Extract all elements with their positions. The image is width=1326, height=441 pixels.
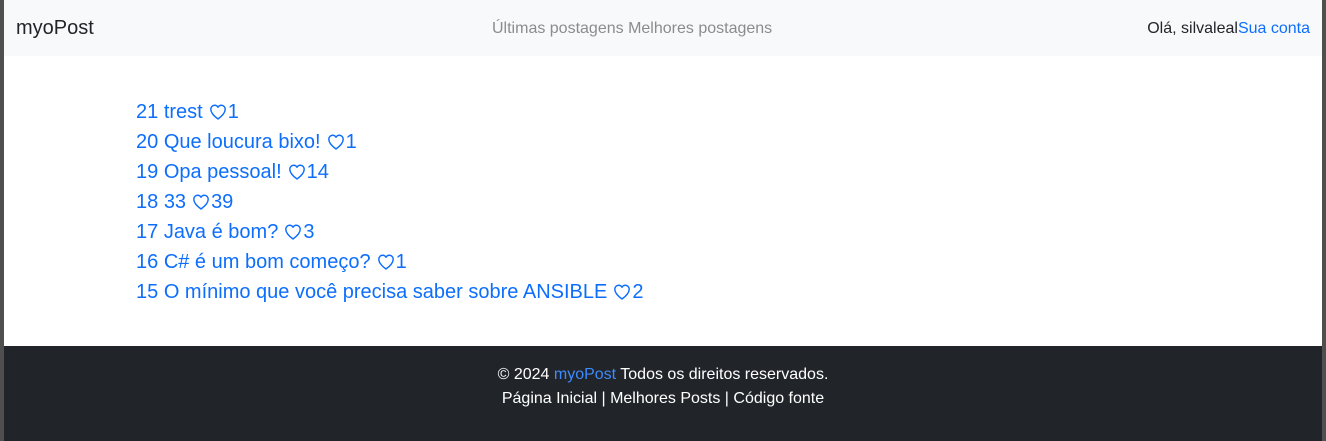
- heart-icon: [612, 283, 632, 301]
- post-likes: 14: [306, 161, 329, 183]
- post-likes: 39: [211, 191, 234, 213]
- rights-text: Todos os direitos reservados.: [620, 366, 829, 383]
- post-link[interactable]: 21 trest 1: [136, 101, 239, 123]
- app-window: myoPost Últimas postagens Melhores posta…: [4, 0, 1322, 441]
- user-greeting: Olá, silvaleal: [1147, 20, 1238, 37]
- post-id: 16: [136, 251, 159, 273]
- post-title: O mínimo que você precisa saber sobre AN…: [163, 281, 608, 303]
- post-title: C# é um bom começo?: [163, 251, 371, 273]
- list-item: 16 C# é um bom começo? 1: [136, 247, 643, 277]
- post-id: 19: [136, 161, 159, 183]
- nav-best-posts[interactable]: Melhores postagens: [628, 20, 772, 37]
- navbar: myoPost Últimas postagens Melhores posta…: [4, 0, 1322, 56]
- heart-icon: [191, 193, 211, 211]
- heart-icon: [376, 253, 396, 271]
- list-item: 18 33 39: [136, 187, 643, 217]
- list-item: 21 trest 1: [136, 97, 643, 127]
- footer-copyright: © 2024 myoPost Todos os direitos reserva…: [4, 365, 1322, 385]
- footer-links: Página Inicial | Melhores Posts | Código…: [4, 389, 1322, 409]
- post-list: 21 trest 1 20 Que loucura bixo! 1 19 Opa pes…: [136, 97, 643, 307]
- heart-icon: [287, 163, 307, 181]
- post-link[interactable]: 15 O mínimo que você precisa saber sobre…: [136, 281, 643, 303]
- heart-icon: [283, 223, 303, 241]
- list-item: 20 Que loucura bixo! 1: [136, 127, 643, 157]
- post-likes: 3: [303, 221, 315, 243]
- post-title: Opa pessoal!: [163, 161, 282, 183]
- nav-latest-posts[interactable]: Últimas postagens: [492, 20, 624, 37]
- post-title: trest: [163, 101, 203, 123]
- post-link[interactable]: 16 C# é um bom começo? 1: [136, 251, 407, 273]
- copyright-year: © 2024: [497, 366, 550, 383]
- brand-link[interactable]: myoPost: [16, 16, 94, 40]
- user-area: Olá, silvalealSua conta: [1147, 19, 1310, 39]
- post-likes: 1: [227, 101, 239, 123]
- list-item: 17 Java é bom? 3: [136, 217, 643, 247]
- footer-source-code-link[interactable]: Código fonte: [733, 390, 824, 407]
- post-link[interactable]: 19 Opa pessoal! 14: [136, 161, 329, 183]
- post-id: 20: [136, 131, 159, 153]
- post-likes: 2: [632, 281, 644, 303]
- footer-home-link[interactable]: Página Inicial: [502, 390, 597, 407]
- heart-icon: [208, 103, 228, 121]
- footer-brand-link[interactable]: myoPost: [554, 366, 616, 383]
- post-likes: 1: [345, 131, 357, 153]
- post-link[interactable]: 20 Que loucura bixo! 1: [136, 131, 357, 153]
- post-title: Java é bom?: [163, 221, 279, 243]
- footer-separator: |: [601, 390, 606, 407]
- post-title: 33: [163, 191, 187, 213]
- list-item: 19 Opa pessoal! 14: [136, 157, 643, 187]
- list-item: 15 O mínimo que você precisa saber sobre…: [136, 277, 643, 307]
- post-id: 18: [136, 191, 159, 213]
- post-link[interactable]: 17 Java é bom? 3: [136, 221, 314, 243]
- footer-best-posts-link[interactable]: Melhores Posts: [610, 390, 720, 407]
- footer: © 2024 myoPost Todos os direitos reserva…: [4, 346, 1322, 441]
- footer-separator: |: [724, 390, 729, 407]
- post-id: 17: [136, 221, 159, 243]
- account-link[interactable]: Sua conta: [1238, 20, 1310, 37]
- post-link[interactable]: 18 33 39: [136, 191, 233, 213]
- post-likes: 1: [395, 251, 407, 273]
- post-title: Que loucura bixo!: [163, 131, 321, 153]
- post-id: 21: [136, 101, 159, 123]
- heart-icon: [326, 133, 346, 151]
- post-id: 15: [136, 281, 159, 303]
- nav-links: Últimas postagens Melhores postagens: [492, 19, 772, 39]
